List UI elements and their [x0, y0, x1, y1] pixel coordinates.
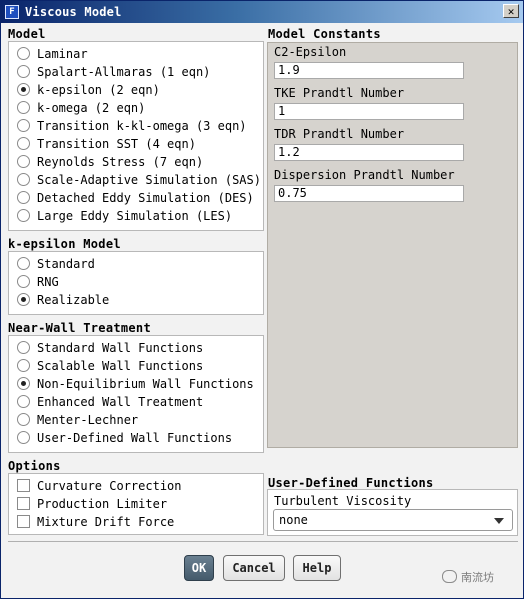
cancel-button[interactable]: Cancel — [223, 555, 285, 581]
checkbox-icon[interactable] — [17, 497, 30, 510]
turbulent-viscosity-label: Turbulent Viscosity — [274, 494, 412, 508]
kepsilon-option-label: Standard — [37, 257, 95, 271]
ok-button[interactable]: OK — [184, 555, 214, 581]
kepsilon-option-label: RNG — [37, 275, 59, 289]
model-constants-title: Model Constants — [268, 27, 381, 41]
model-section-title: Model — [8, 27, 46, 41]
model-option-label: Scale-Adaptive Simulation (SAS) — [37, 173, 261, 187]
option-label: Mixture Drift Force — [37, 515, 175, 529]
radio-icon[interactable] — [17, 395, 30, 408]
radio-icon[interactable] — [17, 101, 30, 114]
radio-icon[interactable] — [17, 191, 30, 204]
kepsilon-option-label: Realizable — [37, 293, 110, 307]
radio-icon[interactable] — [17, 209, 30, 222]
radio-icon[interactable] — [17, 275, 30, 288]
kepsilon-model-section-title: k-epsilon Model — [8, 237, 121, 251]
near-wall-option-label: User-Defined Wall Functions — [37, 431, 233, 445]
radio-icon[interactable] — [17, 341, 30, 354]
radio-icon[interactable] — [17, 137, 30, 150]
checkbox-icon[interactable] — [17, 515, 30, 528]
watermark: 南流坊 — [442, 569, 494, 585]
radio-icon[interactable] — [17, 257, 30, 270]
radio-icon[interactable] — [17, 119, 30, 132]
radio-icon[interactable] — [17, 293, 30, 306]
title-bar[interactable]: F Viscous Model ✕ — [1, 1, 523, 23]
radio-icon[interactable] — [17, 377, 30, 390]
tke-prandtl-field[interactable]: 1 — [274, 103, 464, 120]
radio-icon[interactable] — [17, 47, 30, 60]
udf-section-title: User-Defined Functions — [268, 476, 434, 490]
radio-icon[interactable] — [17, 173, 30, 186]
watermark-text: 南流坊 — [461, 571, 494, 584]
model-group: Laminar Spalart-Allmaras (1 eqn) k-epsilon… — [8, 41, 264, 231]
near-wall-group: Standard Wall Functions Scalable Wall Fun… — [8, 335, 264, 453]
model-option-label: k-epsilon (2 eqn) — [37, 83, 160, 97]
radio-icon[interactable] — [17, 413, 30, 426]
wechat-icon — [442, 570, 457, 583]
c2-epsilon-label: C2-Epsilon — [274, 45, 347, 59]
options-group: Curvature Correction Production Limiter Mi… — [8, 473, 264, 535]
near-wall-option-label: Standard Wall Functions — [37, 341, 204, 355]
model-option-label: Large Eddy Simulation (LES) — [37, 209, 233, 223]
option-label: Curvature Correction — [37, 479, 182, 493]
radio-icon[interactable] — [17, 155, 30, 168]
turbulent-viscosity-select[interactable]: none — [273, 509, 513, 531]
near-wall-section-title: Near-Wall Treatment — [8, 321, 151, 335]
radio-icon[interactable] — [17, 431, 30, 444]
c2-epsilon-field[interactable]: 1.9 — [274, 62, 464, 79]
near-wall-option-label: Enhanced Wall Treatment — [37, 395, 204, 409]
model-option-label: Transition SST (4 eqn) — [37, 137, 196, 151]
model-option-label: Detached Eddy Simulation (DES) — [37, 191, 254, 205]
close-icon[interactable]: ✕ — [503, 4, 519, 18]
model-option-label: Transition k-kl-omega (3 eqn) — [37, 119, 247, 133]
near-wall-option-label: Scalable Wall Functions — [37, 359, 204, 373]
tdr-prandtl-field[interactable]: 1.2 — [274, 144, 464, 161]
options-section-title: Options — [8, 459, 61, 473]
radio-icon[interactable] — [17, 83, 30, 96]
turbulent-viscosity-value: none — [279, 513, 308, 527]
tdr-prandtl-label: TDR Prandtl Number — [274, 127, 405, 141]
fluent-app-icon: F — [5, 5, 19, 19]
button-separator — [8, 541, 518, 542]
dispersion-prandtl-label: Dispersion Prandtl Number — [274, 168, 455, 182]
chevron-down-icon — [494, 518, 504, 524]
tke-prandtl-label: TKE Prandtl Number — [274, 86, 405, 100]
model-option-label: Spalart-Allmaras (1 eqn) — [37, 65, 211, 79]
window-title: Viscous Model — [25, 5, 122, 19]
near-wall-option-label: Non-Equilibrium Wall Functions — [37, 377, 254, 391]
help-button[interactable]: Help — [293, 555, 341, 581]
model-option-label: k-omega (2 eqn) — [37, 101, 146, 115]
kepsilon-model-group: Standard RNG Realizable — [8, 251, 264, 315]
radio-icon[interactable] — [17, 65, 30, 78]
checkbox-icon[interactable] — [17, 479, 30, 492]
model-option-label: Reynolds Stress (7 eqn) — [37, 155, 204, 169]
near-wall-option-label: Menter-Lechner — [37, 413, 139, 427]
radio-icon[interactable] — [17, 359, 30, 372]
dispersion-prandtl-field[interactable]: 0.75 — [274, 185, 464, 202]
model-option-label: Laminar — [37, 47, 88, 61]
option-label: Production Limiter — [37, 497, 168, 511]
